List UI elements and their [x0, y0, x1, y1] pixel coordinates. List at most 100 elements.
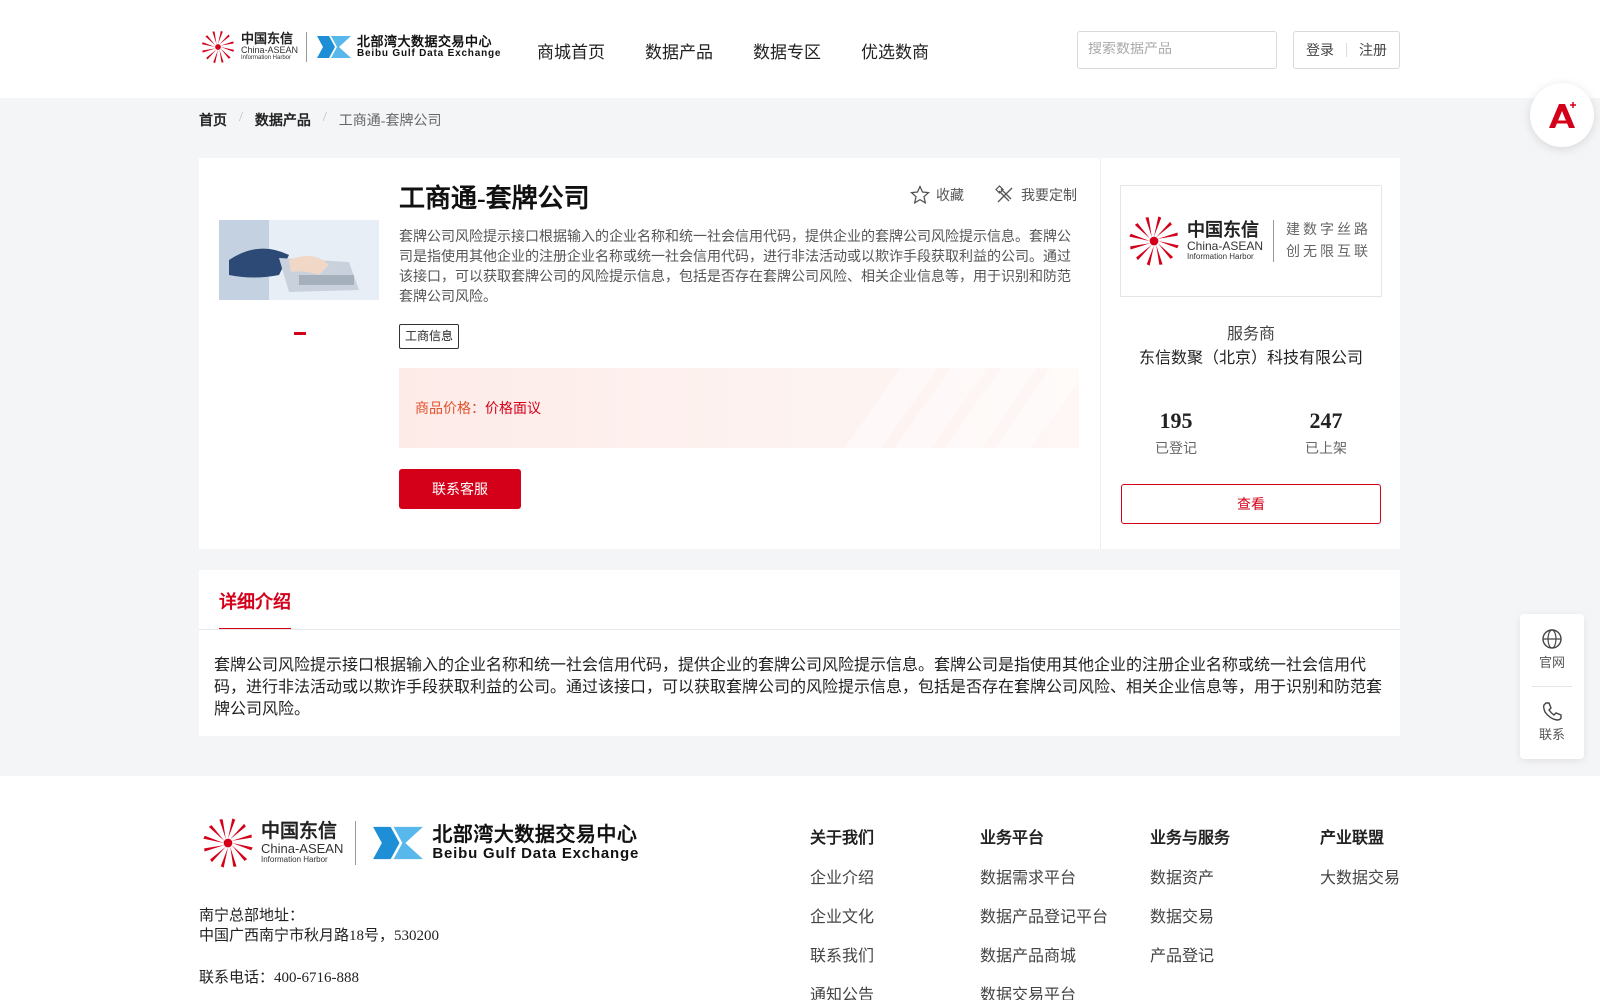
- footer-brand-en: China-ASEAN: [261, 840, 344, 856]
- auth-box: 登录 注册: [1293, 31, 1400, 69]
- favorite-button[interactable]: 收藏: [910, 185, 964, 205]
- assistant-button[interactable]: [1530, 83, 1594, 147]
- side-toolbar: 官网 联系: [1520, 614, 1584, 759]
- search-input[interactable]: [1088, 42, 1266, 58]
- slogan-line-2: 创无限互联: [1286, 244, 1372, 260]
- footer-column-about: 关于我们 企业介绍 企业文化 联系我们 通知公告: [810, 824, 874, 1000]
- china-asean-emblem-icon: [201, 30, 235, 64]
- footer-link[interactable]: 数据产品登记平台: [980, 903, 1108, 942]
- provider-label: 服务商: [1226, 326, 1275, 343]
- stat-value: 247: [1309, 408, 1343, 433]
- provider-brand-cn: 中国东信: [1187, 220, 1259, 241]
- footer-exchange-en: Beibu Gulf Data Exchange: [432, 844, 640, 862]
- provider-card: 中国东信 China-ASEAN Information Harbor 建数字丝…: [1100, 158, 1400, 549]
- detail-text: 套牌公司风险提示接口根据输入的企业名称和统一社会信用代码，提供企业的套牌公司风险…: [214, 657, 1383, 718]
- favorite-label: 收藏: [936, 189, 964, 204]
- product-tag[interactable]: 工商信息: [399, 324, 460, 349]
- brand-en: China-ASEAN: [241, 44, 299, 55]
- logo-divider: [306, 32, 308, 62]
- slogan-line-1: 建数字丝路: [1286, 222, 1372, 238]
- stat-registered: 195 已登记: [1101, 408, 1251, 458]
- footer-link[interactable]: 通知公告: [810, 981, 874, 1000]
- brand-en2: Information Harbor: [241, 55, 292, 62]
- footer-brand-text: 中国东信 China-ASEAN Information Harbor: [261, 822, 343, 864]
- tab-divider: [199, 629, 1400, 630]
- exchange-cn: 北部湾大数据交易中心: [357, 33, 493, 49]
- footer-logo[interactable]: 中国东信 China-ASEAN Information Harbor 北部湾大…: [199, 814, 639, 872]
- nav-item-vendors[interactable]: 优选数商: [861, 38, 929, 63]
- product-card: 工商通-套牌公司 收藏 我要定制 套牌公司风险提示接口根据输入的企业名称和统一社…: [199, 158, 1100, 549]
- footer-link[interactable]: 数据需求平台: [980, 864, 1108, 903]
- exchange-en: Beibu Gulf Data Exchange: [357, 47, 502, 59]
- search-box: [1077, 31, 1277, 69]
- provider-brand-en: China-ASEAN: [1187, 238, 1264, 253]
- globe-icon: [1542, 629, 1562, 649]
- address-label: 南宁总部地址：: [199, 908, 305, 924]
- provider-emblem-icon: [1129, 216, 1179, 266]
- page: 中国东信 China-ASEAN Information Harbor 北部湾大…: [0, 0, 1600, 1000]
- breadcrumb: 首页 / 数据产品 / 工商通-套牌公司: [199, 110, 441, 130]
- carousel-indicator[interactable]: [294, 332, 306, 335]
- side-item-website[interactable]: 官网: [1520, 628, 1584, 671]
- price-label: 商品价格：: [415, 402, 485, 417]
- side-contact-label: 联系: [1538, 727, 1565, 742]
- breadcrumb-products[interactable]: 数据产品: [255, 110, 311, 130]
- login-link[interactable]: 登录: [1306, 40, 1334, 60]
- footer-link[interactable]: 企业文化: [810, 903, 874, 942]
- contact-service-button[interactable]: 联系客服: [399, 469, 521, 509]
- breadcrumb-home[interactable]: 首页: [199, 110, 227, 130]
- side-item-contact[interactable]: 联系: [1520, 700, 1584, 743]
- customize-label: 我要定制: [1021, 189, 1077, 204]
- footer-phone: 联系电话：400-6716-888: [199, 970, 359, 986]
- provider-slogan: 建数字丝路 创无限互联: [1286, 219, 1371, 263]
- header-logo[interactable]: 中国东信 China-ASEAN Information Harbor 北部湾大…: [199, 28, 501, 66]
- provider-name: 东信数聚（北京）科技有限公司: [1138, 350, 1363, 367]
- footer-link[interactable]: 数据资产: [1150, 864, 1230, 903]
- header: 中国东信 China-ASEAN Information Harbor 北部湾大…: [0, 0, 1600, 98]
- footer-column-title: 产业联盟: [1320, 830, 1385, 847]
- footer-address: 南宁总部地址： 中国广西南宁市秋月路18号，530200: [199, 906, 439, 946]
- footer-link[interactable]: 数据交易平台: [980, 981, 1108, 1000]
- footer-emblem-icon: [203, 818, 253, 868]
- footer-exchange-cn: 北部湾大数据交易中心: [432, 823, 638, 846]
- stat-label: 已登记: [1155, 442, 1197, 457]
- address-value: 中国广西南宁市秋月路18号，530200: [199, 928, 440, 944]
- stat-label: 已上架: [1305, 442, 1347, 457]
- beibu-exchange-emblem-icon: [317, 36, 352, 58]
- footer-column-title: 关于我们: [810, 830, 875, 847]
- nav-item-products[interactable]: 数据产品: [645, 38, 713, 63]
- stat-value: 195: [1159, 408, 1193, 433]
- register-link[interactable]: 注册: [1359, 40, 1387, 60]
- product-thumbnail[interactable]: [219, 220, 379, 300]
- laptop-photo-icon: [219, 220, 379, 300]
- auth-divider: [1346, 43, 1347, 57]
- view-provider-button[interactable]: 查看: [1121, 484, 1381, 524]
- brand-text: 中国东信 China-ASEAN Information Harbor: [241, 32, 298, 61]
- footer-link[interactable]: 数据产品商城: [980, 942, 1108, 981]
- product-description: 套牌公司风险提示接口根据输入的企业名称和统一社会信用代码，提供企业的套牌公司风险…: [399, 230, 1071, 305]
- provider-logo[interactable]: 中国东信 China-ASEAN Information Harbor 建数字丝…: [1120, 185, 1382, 297]
- side-divider: [1532, 686, 1572, 687]
- breadcrumb-separator: /: [322, 110, 327, 125]
- footer-link[interactable]: 联系我们: [810, 942, 874, 981]
- footer-column-platforms: 业务平台 数据需求平台 数据产品登记平台 数据产品商城 数据交易平台: [980, 824, 1108, 1000]
- assistant-icon: [1549, 102, 1576, 128]
- main-nav: 商城首页 数据产品 数据专区 优选数商: [537, 38, 929, 63]
- nav-item-home[interactable]: 商城首页: [537, 38, 605, 63]
- footer-column-title: 业务平台: [980, 830, 1045, 847]
- tab-detail[interactable]: 详细介绍: [219, 588, 291, 630]
- footer-link[interactable]: 企业介绍: [810, 864, 874, 903]
- customize-icon: [995, 185, 1013, 203]
- price-value: 价格面议: [485, 402, 541, 417]
- footer-link[interactable]: 大数据交易: [1320, 864, 1400, 903]
- exchange-text: 北部湾大数据交易中心 Beibu Gulf Data Exchange: [357, 35, 501, 59]
- footer-link[interactable]: 产品登记: [1150, 942, 1230, 981]
- customize-button[interactable]: 我要定制: [995, 185, 1077, 205]
- nav-item-zones[interactable]: 数据专区: [753, 38, 821, 63]
- footer-brand-en2: Information Harbor: [261, 854, 328, 864]
- footer-exchange-emblem-icon: [373, 826, 424, 860]
- footer-logo-divider: [355, 821, 357, 865]
- stat-listed: 247 已上架: [1251, 408, 1401, 458]
- star-icon: [910, 185, 930, 205]
- footer-link[interactable]: 数据交易: [1150, 903, 1230, 942]
